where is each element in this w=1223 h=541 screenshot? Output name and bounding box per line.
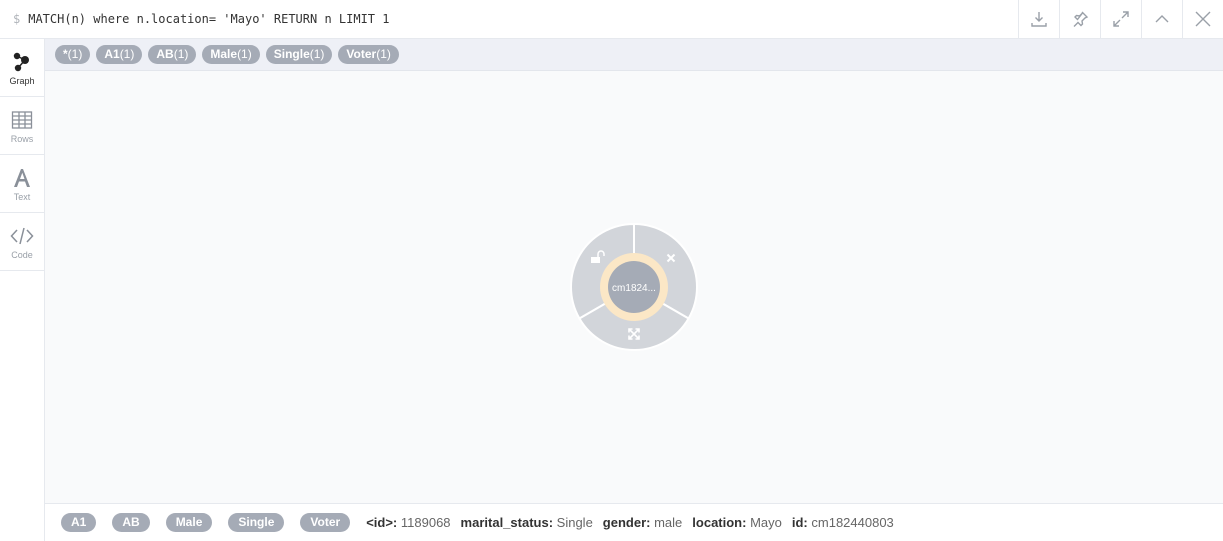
node-label-voter[interactable]: Voter [300, 513, 351, 532]
node-label-male[interactable]: Male [165, 513, 213, 532]
tab-code[interactable]: Code [0, 213, 44, 271]
tab-code-label: Code [11, 249, 33, 260]
tab-rows-label: Rows [10, 133, 34, 144]
collapse-button[interactable] [1141, 0, 1182, 38]
tab-text[interactable]: Text [0, 155, 44, 213]
node-caption: cm1824... [612, 283, 656, 294]
table-icon [11, 110, 33, 129]
prop-location: location: Mayo [692, 515, 782, 530]
collapse-icon [1155, 15, 1169, 23]
label-pill-single[interactable]: Single(1) [265, 45, 333, 64]
fullscreen-button[interactable] [1100, 0, 1141, 38]
label-pill-a1[interactable]: A1(1) [96, 45, 143, 64]
frame-toolbar [1018, 0, 1223, 38]
view-sidebar: Graph Rows Text Code [0, 39, 45, 541]
label-filter-bar: *(1) A1(1) AB(1) Male(1) Single(1) Voter… [45, 39, 1223, 71]
label-pill-voter[interactable]: Voter(1) [338, 45, 399, 64]
graph-canvas[interactable]: cm1824... [45, 71, 1223, 503]
tab-text-label: Text [13, 191, 31, 202]
node-label-ab[interactable]: AB [112, 513, 150, 532]
node-label-a1[interactable]: A1 [61, 513, 97, 532]
tab-graph-label: Graph [9, 75, 35, 86]
pin-button[interactable] [1059, 0, 1100, 38]
query-editor[interactable]: $ MATCH(n) where n.location= 'Mayo' RETUR… [13, 12, 389, 26]
label-pill-ab[interactable]: AB(1) [148, 45, 197, 64]
label-pill-all[interactable]: *(1) [55, 45, 91, 64]
code-icon [10, 227, 34, 244]
tab-rows[interactable]: Rows [0, 97, 44, 155]
query-text: MATCH(n) where n.location= 'Mayo' RETURN… [28, 12, 390, 26]
graph-svg: cm1824... [570, 222, 698, 351]
download-icon [1031, 12, 1047, 27]
close-button[interactable] [1182, 0, 1223, 38]
prop-internal-id: <id>: 1189068 [366, 515, 451, 530]
tab-graph[interactable]: Graph [0, 39, 44, 97]
query-prompt: $ [13, 12, 21, 26]
label-pill-male[interactable]: Male(1) [202, 45, 260, 64]
pin-icon [1073, 11, 1089, 27]
prop-gender: gender: male [602, 515, 683, 530]
close-icon [1195, 11, 1211, 27]
query-bar: $ MATCH(n) where n.location= 'Mayo' RETUR… [0, 0, 1223, 39]
prop-id: id: cm182440803 [791, 515, 894, 530]
prop-marital-status: marital_status: Single [460, 515, 593, 530]
download-button[interactable] [1018, 0, 1059, 38]
node-label-single[interactable]: Single [228, 513, 285, 532]
expand-icon [1113, 11, 1129, 27]
text-icon [14, 168, 30, 187]
graph-icon [13, 52, 29, 71]
inspector-bar: A1 AB Male Single Voter <id>: 1189068 ma… [45, 503, 1223, 541]
